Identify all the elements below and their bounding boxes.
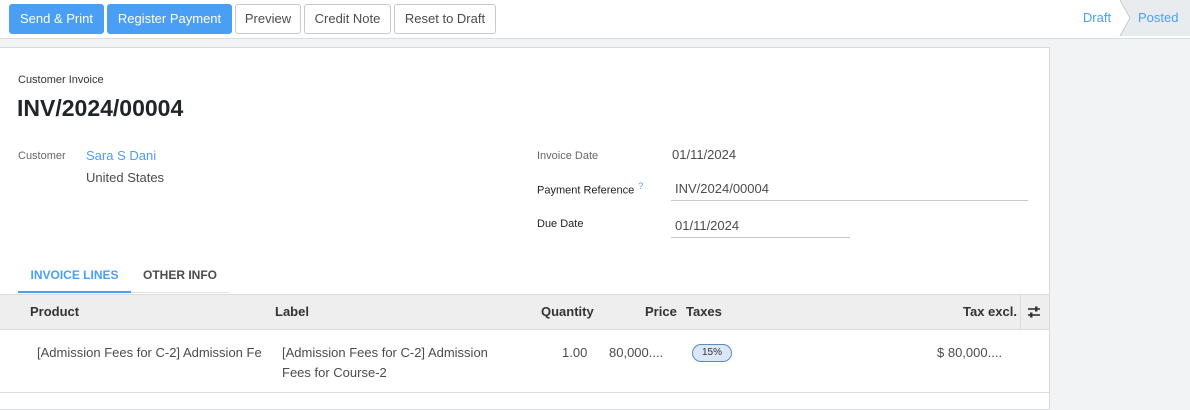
customer-link[interactable]: Sara S Dani: [86, 148, 156, 163]
table-row[interactable]: [Admission Fees for C-2] Admission Fe [A…: [0, 331, 1049, 393]
preview-button[interactable]: Preview: [235, 4, 301, 34]
control-panel: Send & Print Register Payment Preview Cr…: [0, 0, 1190, 39]
column-tax-excl[interactable]: Tax excl.: [963, 295, 1017, 329]
row-price: 80,000....: [609, 345, 664, 360]
credit-note-button[interactable]: Credit Note: [304, 4, 391, 34]
column-quantity[interactable]: Quantity: [541, 295, 594, 329]
tab-invoice-lines[interactable]: INVOICE LINES: [18, 266, 131, 293]
tax-badge: 15%: [692, 344, 732, 362]
payment-reference-label-text: Payment Reference: [537, 184, 635, 197]
invoice-number: INV/2024/00004: [17, 95, 184, 121]
settings-sliders-icon[interactable]: [1027, 306, 1041, 318]
column-product[interactable]: Product: [30, 295, 79, 329]
help-tooltip-icon[interactable]: ?: [638, 181, 643, 191]
column-separator: [1020, 295, 1021, 329]
row-tax-excl: $ 80,000....: [937, 345, 1003, 360]
column-taxes[interactable]: Taxes: [686, 295, 722, 329]
status-draft[interactable]: Draft: [1072, 0, 1122, 36]
invoice-type: Customer Invoice: [18, 74, 104, 86]
due-date-field[interactable]: 01/11/2024: [671, 214, 850, 238]
due-date-value: 01/11/2024: [675, 218, 740, 233]
invoice-lines-header: Product Label Quantity Price Taxes Tax e…: [0, 294, 1049, 330]
column-label[interactable]: Label: [275, 295, 309, 329]
due-date-label: Due Date: [537, 218, 584, 230]
invoice-date-label: Invoice Date: [537, 150, 599, 162]
payment-reference-field[interactable]: INV/2024/00004: [671, 177, 1028, 201]
payment-reference-value: INV/2024/00004: [675, 181, 769, 196]
customer-country: United States: [86, 170, 165, 185]
row-label-line2: Fees for Course-2: [282, 365, 387, 380]
payment-reference-label: Payment Reference?: [537, 181, 643, 197]
status-posted-label: Posted: [1138, 10, 1179, 25]
register-payment-button[interactable]: Register Payment: [107, 4, 232, 34]
tab-other-info[interactable]: OTHER INFO: [131, 266, 229, 293]
send-print-button[interactable]: Send & Print: [9, 4, 104, 34]
row-quantity: 1.00: [562, 345, 588, 360]
customer-label: Customer: [18, 150, 66, 162]
invoice-date-value: 01/11/2024: [672, 147, 737, 162]
row-label-line1: [Admission Fees for C-2] Admission: [282, 345, 488, 360]
status-chevron-icon: [1119, 0, 1131, 36]
reset-to-draft-button[interactable]: Reset to Draft: [394, 4, 496, 34]
row-product-link[interactable]: [Admission Fees for C-2] Admission Fe: [37, 345, 273, 360]
column-price[interactable]: Price: [645, 295, 677, 329]
